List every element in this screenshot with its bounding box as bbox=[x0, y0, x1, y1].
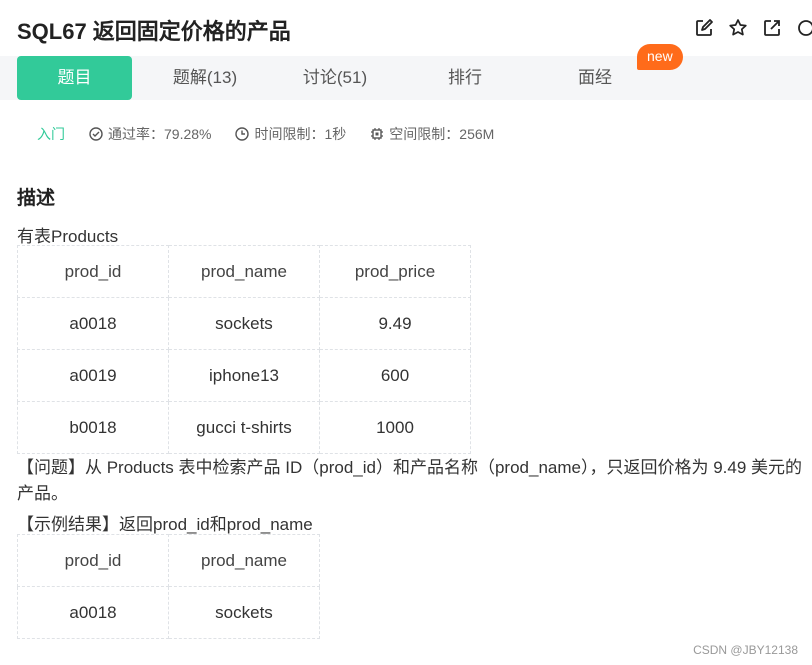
table-header-cell: prod_id bbox=[17, 534, 169, 587]
table-header-cell: prod_name bbox=[168, 245, 320, 298]
table-cell: sockets bbox=[168, 297, 320, 350]
table-header-row: prod_id prod_name prod_price bbox=[17, 245, 471, 298]
edit-icon[interactable] bbox=[694, 18, 714, 38]
table-header-cell: prod_name bbox=[168, 534, 320, 587]
new-badge: new bbox=[637, 44, 683, 70]
more-icon[interactable] bbox=[796, 18, 812, 38]
tab-interview[interactable]: 面经 bbox=[550, 56, 640, 100]
table-cell: 9.49 bbox=[319, 297, 471, 350]
description-heading: 描述 bbox=[17, 188, 56, 209]
table-row: b0018 gucci t-shirts 1000 bbox=[17, 401, 471, 454]
table-row: a0018 sockets 9.49 bbox=[17, 297, 471, 350]
check-circle-icon bbox=[89, 127, 103, 141]
tab-ranking[interactable]: 排行 bbox=[420, 56, 510, 100]
question-text: 【问题】从 Products 表中检索产品 ID（prod_id）和产品名称（p… bbox=[17, 458, 803, 503]
example-intro: 【示例结果】返回prod_id和prod_name bbox=[17, 515, 313, 534]
table-header-cell: prod_id bbox=[17, 245, 169, 298]
pass-rate-text: 通过率：79.28% bbox=[108, 126, 212, 142]
star-icon[interactable] bbox=[728, 18, 748, 38]
clock-icon bbox=[235, 127, 250, 141]
title-actions bbox=[694, 18, 812, 38]
products-table: prod_id prod_name prod_price a0018 socke… bbox=[17, 245, 471, 454]
time-limit: 时间限制：1秒 bbox=[235, 124, 346, 144]
table-cell: gucci t-shirts bbox=[168, 401, 320, 454]
tab-bar: 题目 题解(13) 讨论(51) 排行 面经 bbox=[0, 56, 812, 100]
share-icon[interactable] bbox=[762, 18, 782, 38]
table-cell: iphone13 bbox=[168, 349, 320, 402]
table-row: a0019 iphone13 600 bbox=[17, 349, 471, 402]
table-header-row: prod_id prod_name bbox=[17, 534, 320, 587]
space-limit-text: 空间限制：256M bbox=[389, 126, 495, 142]
pass-rate: 通过率：79.28% bbox=[89, 124, 211, 144]
table-cell: sockets bbox=[168, 586, 320, 639]
tab-discussion[interactable]: 讨论(51) bbox=[280, 56, 390, 100]
tab-problem[interactable]: 题目 bbox=[17, 56, 132, 100]
difficulty-level: 入门 bbox=[37, 126, 65, 142]
table-intro: 有表Products bbox=[17, 227, 119, 246]
table-cell: a0018 bbox=[17, 297, 169, 350]
table-cell: a0019 bbox=[17, 349, 169, 402]
table-cell: 600 bbox=[319, 349, 471, 402]
problem-meta: 入门 通过率：79.28% 时间限制：1秒 空间限制：256M bbox=[37, 124, 518, 144]
table-cell: a0018 bbox=[17, 586, 169, 639]
result-table: prod_id prod_name a0018 sockets bbox=[17, 534, 320, 639]
page-title: SQL67 返回固定价格的产品 bbox=[17, 19, 291, 44]
chip-icon bbox=[371, 128, 384, 140]
table-header-cell: prod_price bbox=[319, 245, 471, 298]
table-cell: 1000 bbox=[319, 401, 471, 454]
table-row: a0018 sockets bbox=[17, 586, 320, 639]
tab-solutions[interactable]: 题解(13) bbox=[150, 56, 260, 100]
space-limit: 空间限制：256M bbox=[370, 124, 494, 144]
watermark: CSDN @JBY12138 bbox=[693, 643, 798, 657]
time-limit-text: 时间限制：1秒 bbox=[254, 126, 347, 142]
table-cell: b0018 bbox=[17, 401, 169, 454]
